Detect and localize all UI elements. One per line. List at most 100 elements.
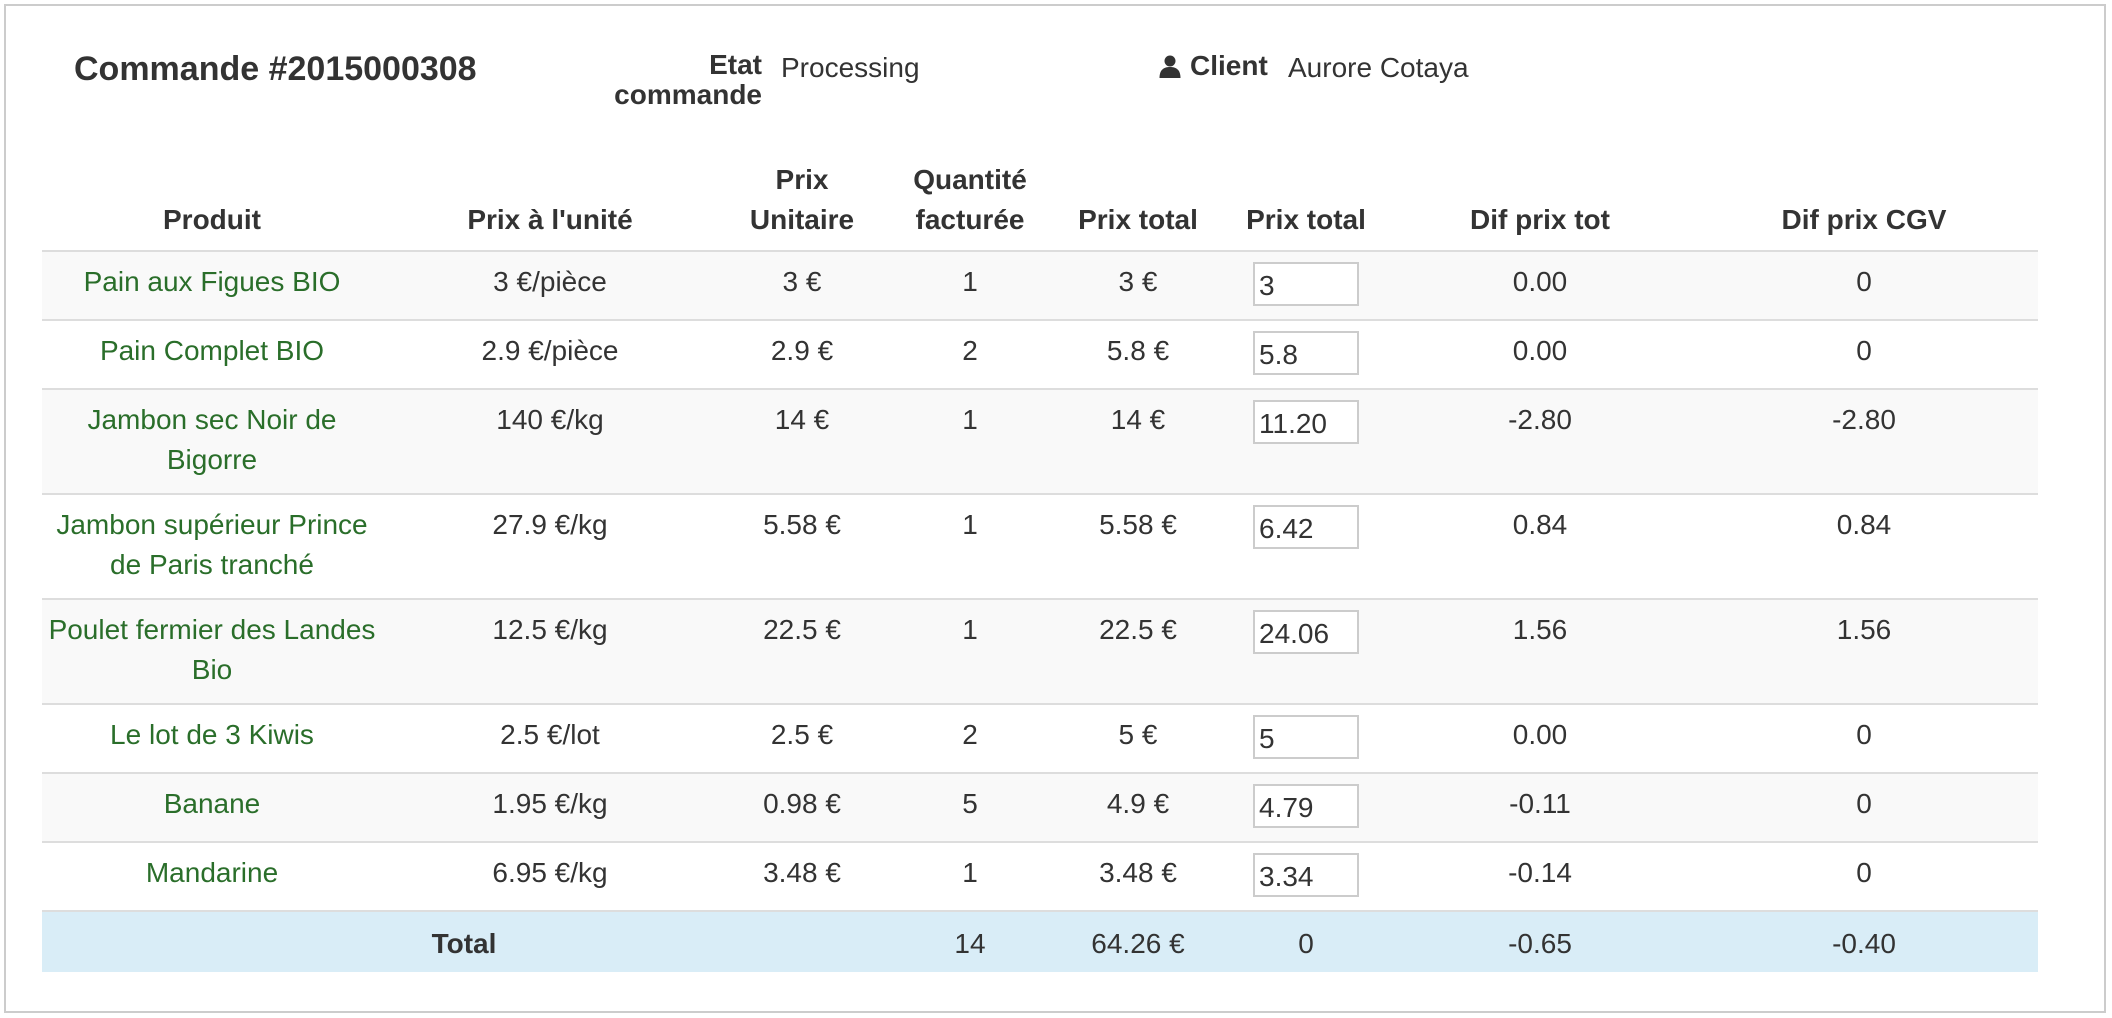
total-price: 64.26 € <box>1054 910 1222 972</box>
total-dif-tot: -0.65 <box>1390 910 1690 972</box>
total-price-input[interactable] <box>1253 853 1359 897</box>
prix-unitaire-cell: 3 € <box>718 250 886 320</box>
dif-tot-cell: -2.80 <box>1390 388 1690 494</box>
table-header-row: Produit Prix à l'unité Prix Unitaire Qua… <box>42 152 2038 252</box>
product-cell: Pain aux Figues BIO <box>42 250 382 320</box>
table-row: Jambon supérieur Prince de Paris tranché… <box>42 493 2038 599</box>
total-cell: 14 € <box>1054 388 1222 494</box>
total-price-input[interactable] <box>1253 715 1359 759</box>
product-cell: Jambon sec Noir de Bigorre <box>42 388 382 494</box>
prix-unitaire-cell: 2.9 € <box>718 319 886 389</box>
order-lines-table: Produit Prix à l'unité Prix Unitaire Qua… <box>42 152 2038 972</box>
total-input-sum: 0 <box>1222 910 1390 972</box>
unit-price-cell: 2.5 €/lot <box>382 703 718 773</box>
total-cell: 4.9 € <box>1054 772 1222 842</box>
unit-price-cell: 27.9 €/kg <box>382 493 718 599</box>
unit-price-cell: 6.95 €/kg <box>382 841 718 911</box>
dif-cgv-cell: 1.56 <box>1690 598 2038 704</box>
product-link[interactable]: Poulet fermier des Landes Bio <box>49 614 376 685</box>
order-status-label: Etat commande <box>614 49 762 110</box>
prix-unitaire-cell: 3.48 € <box>718 841 886 911</box>
product-link[interactable]: Le lot de 3 Kiwis <box>110 719 314 750</box>
total-price-input[interactable] <box>1253 400 1359 444</box>
total-price-input[interactable] <box>1253 610 1359 654</box>
price-input-cell <box>1222 493 1390 599</box>
total-price-input[interactable] <box>1253 784 1359 828</box>
dif-cgv-cell: 0 <box>1690 250 2038 320</box>
user-icon <box>1159 55 1181 78</box>
dif-tot-cell: 0.00 <box>1390 250 1690 320</box>
client-name: Aurore Cotaya <box>1288 52 1469 83</box>
product-link[interactable]: Jambon supérieur Prince de Paris tranché <box>56 509 367 580</box>
prix-unitaire-cell: 14 € <box>718 388 886 494</box>
total-price-input[interactable] <box>1253 262 1359 306</box>
dif-cgv-cell: 0 <box>1690 703 2038 773</box>
dif-cgv-cell: -2.80 <box>1690 388 2038 494</box>
dif-cgv-cell: 0 <box>1690 319 2038 389</box>
price-input-cell <box>1222 841 1390 911</box>
total-cell: 5 € <box>1054 703 1222 773</box>
column-header: Dif prix tot <box>1390 152 1690 252</box>
column-header: Dif prix CGV <box>1690 152 2038 252</box>
prix-unitaire-cell: 0.98 € <box>718 772 886 842</box>
table-row: Pain aux Figues BIO3 €/pièce3 €13 €0.000 <box>42 250 2038 320</box>
table-row: Le lot de 3 Kiwis 2.5 €/lot2.5 €25 € 0.000 <box>42 703 2038 773</box>
total-dif-cgv: -0.40 <box>1690 910 2038 972</box>
price-input-cell <box>1222 772 1390 842</box>
order-status-value: Processing <box>781 52 920 83</box>
product-link[interactable]: Pain aux Figues BIO <box>84 266 341 297</box>
price-input-cell <box>1222 388 1390 494</box>
total-price-input[interactable] <box>1253 505 1359 549</box>
dif-cgv-cell: 0 <box>1690 841 2038 911</box>
dif-tot-cell: -0.14 <box>1390 841 1690 911</box>
price-input-cell <box>1222 319 1390 389</box>
product-cell: Pain Complet BIO <box>42 319 382 389</box>
product-cell: Banane <box>42 772 382 842</box>
total-row: Total 14 64.26 €0 -0.65 -0.40 <box>42 910 2038 972</box>
product-cell: Poulet fermier des Landes Bio <box>42 598 382 704</box>
column-header: Quantité facturée <box>886 152 1054 252</box>
column-header: Prix Unitaire <box>718 152 886 252</box>
product-cell: Le lot de 3 Kiwis <box>42 703 382 773</box>
qty-cell: 1 <box>886 598 1054 704</box>
total-label: Total <box>42 910 886 972</box>
unit-price-cell: 12.5 €/kg <box>382 598 718 704</box>
qty-cell: 5 <box>886 772 1054 842</box>
total-price-input[interactable] <box>1253 331 1359 375</box>
dif-tot-cell: 0.00 <box>1390 703 1690 773</box>
dif-tot-cell: -0.11 <box>1390 772 1690 842</box>
price-input-cell <box>1222 703 1390 773</box>
total-cell: 5.58 € <box>1054 493 1222 599</box>
dif-tot-cell: 0.84 <box>1390 493 1690 599</box>
product-link[interactable]: Jambon sec Noir de Bigorre <box>87 404 336 475</box>
dif-cgv-cell: 0.84 <box>1690 493 2038 599</box>
table-row: Jambon sec Noir de Bigorre 140 €/kg 14 €1 1… <box>42 388 2038 494</box>
prix-unitaire-cell: 22.5 € <box>718 598 886 704</box>
product-cell: Mandarine <box>42 841 382 911</box>
product-cell: Jambon supérieur Prince de Paris tranché <box>42 493 382 599</box>
total-cell: 3.48 € <box>1054 841 1222 911</box>
total-cell: 22.5 € <box>1054 598 1222 704</box>
prix-unitaire-cell: 2.5 € <box>718 703 886 773</box>
table-row: Poulet fermier des Landes Bio 12.5 €/kg 22… <box>42 598 2038 704</box>
order-title: Commande #2015000308 <box>74 50 477 88</box>
client-label: Client <box>1158 50 1268 82</box>
unit-price-cell: 2.9 €/pièce <box>382 319 718 389</box>
product-link[interactable]: Pain Complet BIO <box>100 335 324 366</box>
product-link[interactable]: Mandarine <box>146 857 278 888</box>
unit-price-cell: 140 €/kg <box>382 388 718 494</box>
table-row: Banane 1.95 €/kg0.98 €54.9 € -0.110 <box>42 772 2038 842</box>
qty-cell: 1 <box>886 841 1054 911</box>
unit-price-cell: 1.95 €/kg <box>382 772 718 842</box>
total-cell: 5.8 € <box>1054 319 1222 389</box>
table-row: Pain Complet BIO 2.9 €/pièce2.9 €25.8 € 0.… <box>42 319 2038 389</box>
dif-tot-cell: 0.00 <box>1390 319 1690 389</box>
column-header: Prix total <box>1054 152 1222 252</box>
qty-cell: 1 <box>886 250 1054 320</box>
dif-tot-cell: 1.56 <box>1390 598 1690 704</box>
price-input-cell <box>1222 250 1390 320</box>
prix-unitaire-cell: 5.58 € <box>718 493 886 599</box>
table-row: Mandarine6.95 €/kg3.48 €13.48 €-0.140 <box>42 841 2038 911</box>
price-input-cell <box>1222 598 1390 704</box>
product-link[interactable]: Banane <box>164 788 261 819</box>
